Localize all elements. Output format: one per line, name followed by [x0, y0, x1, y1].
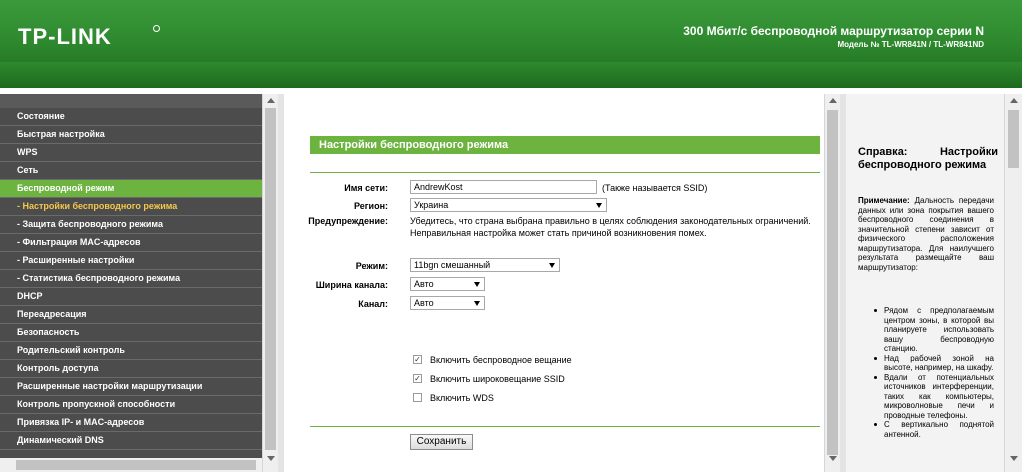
help-bullet-item: Рядом с предполагаемым центром зоны, в к…	[872, 306, 994, 354]
help-bullet-item: Над рабочей зоной на высоте, например, н…	[872, 354, 994, 373]
main-scroll-thumb[interactable]	[827, 110, 838, 455]
channel-width-label: Ширина канала:	[315, 280, 388, 290]
help-bullet-list: Рядом с предполагаемым центром зоны, в к…	[872, 306, 994, 439]
chevron-down-icon	[549, 263, 555, 268]
help-note-text: Дальность передачи данных или зона покры…	[858, 196, 994, 272]
scroll-up-arrow-icon[interactable]	[1010, 98, 1018, 103]
sidebar-item-wireless-security[interactable]: - Защита беспроводного режима	[0, 216, 262, 234]
scroll-up-arrow-icon[interactable]	[267, 98, 275, 103]
sidebar-top-spacer	[0, 94, 262, 108]
header-band	[0, 62, 1022, 88]
enable-wds-checkbox[interactable]	[413, 393, 422, 402]
sidebar-horizontal-scroll-thumb[interactable]	[16, 460, 256, 470]
main-content: Настройки беспроводного режима Имя сети:…	[284, 94, 824, 472]
sidebar-menu: Состояние Быстрая настройка WPS Сеть Бес…	[0, 94, 262, 472]
scroll-up-arrow-icon[interactable]	[829, 98, 837, 103]
help-scrollbar[interactable]	[1004, 94, 1022, 472]
ssid-label: Имя сети:	[344, 183, 388, 193]
sidebar-item-network[interactable]: Сеть	[0, 162, 262, 180]
region-select-value: Украина	[414, 200, 449, 210]
mode-label: Режим:	[355, 261, 388, 271]
help-bullet-item: Вдали от потенциальных источников интерф…	[872, 373, 994, 421]
help-panel: Справка: Настройки беспроводного режима …	[846, 94, 1004, 472]
warning-text-line1: Убедитесь, что страна выбрана правильно …	[410, 216, 811, 226]
ssid-hint: (Также называется SSID)	[602, 183, 708, 193]
enable-wireless-checkbox[interactable]: ✓	[413, 355, 422, 364]
help-note: Примечание: Дальность передачи данных ил…	[858, 196, 994, 272]
sidebar-item-mac-filtering[interactable]: - Фильтрация MAC-адресов	[0, 234, 262, 252]
mode-select[interactable]: 11bgn смешанный	[410, 258, 560, 272]
enable-wds-label: Включить WDS	[430, 393, 494, 403]
main-scrollbar[interactable]	[824, 94, 840, 472]
sidebar-item-access-control[interactable]: Контроль доступа	[0, 360, 262, 378]
sidebar-item-wireless[interactable]: Беспроводной режим	[0, 180, 262, 198]
tp-link-logo: TP-LINK	[18, 24, 112, 49]
sidebar-item-security[interactable]: Безопасность	[0, 324, 262, 342]
sidebar-scrollbar[interactable]	[262, 94, 278, 472]
sidebar-item-wireless-advanced[interactable]: - Расширенные настройки	[0, 252, 262, 270]
scroll-down-arrow-icon[interactable]	[829, 456, 837, 461]
section-title: Настройки беспроводного режима	[310, 136, 820, 154]
enable-wireless-label: Включить беспроводное вещание	[430, 355, 572, 365]
scroll-down-arrow-icon[interactable]	[267, 456, 275, 461]
sidebar-horizontal-scrollbar[interactable]	[0, 458, 262, 472]
sidebar-item-wireless-statistics[interactable]: - Статистика беспроводного режима	[0, 270, 262, 288]
help-note-label: Примечание:	[858, 196, 910, 205]
ssid-input[interactable]: AndrewKost	[410, 180, 597, 194]
sidebar-item-advanced-routing[interactable]: Расширенные настройки маршрутизации	[0, 378, 262, 396]
chevron-down-icon	[474, 301, 480, 306]
sidebar-item-quick-setup[interactable]: Быстрая настройка	[0, 126, 262, 144]
warning-text-line2: Неправильная настройка может стать причи…	[410, 228, 707, 238]
sidebar-scroll-thumb[interactable]	[265, 108, 276, 450]
section-divider-top	[310, 172, 820, 173]
channel-width-select-value: Авто	[414, 279, 434, 289]
sidebar-item-forwarding[interactable]: Переадресация	[0, 306, 262, 324]
channel-label: Канал:	[358, 299, 388, 309]
enable-ssid-broadcast-checkbox[interactable]: ✓	[413, 374, 422, 383]
chevron-down-icon	[474, 282, 480, 287]
region-label: Регион:	[354, 201, 388, 211]
chevron-down-icon	[596, 203, 602, 208]
mode-select-value: 11bgn смешанный	[414, 260, 491, 270]
save-button[interactable]: Сохранить	[410, 434, 473, 450]
enable-ssid-broadcast-label: Включить широковещание SSID	[430, 374, 565, 384]
sidebar-item-dynamic-dns[interactable]: Динамический DNS	[0, 432, 262, 450]
header-banner: TP-LINK 300 Мбит/с беспроводной маршрути…	[0, 0, 1022, 88]
sidebar-item-bandwidth-control[interactable]: Контроль пропускной способности	[0, 396, 262, 414]
sidebar-item-wps[interactable]: WPS	[0, 144, 262, 162]
sidebar-item-parental-control[interactable]: Родительский контроль	[0, 342, 262, 360]
region-select[interactable]: Украина	[410, 198, 607, 212]
registered-mark-icon	[153, 25, 160, 32]
header-title: 300 Мбит/с беспроводной маршрутизатор се…	[683, 24, 984, 38]
channel-select-value: Авто	[414, 298, 434, 308]
sidebar-item-ip-mac-binding[interactable]: Привязка IP- и MAC-адресов	[0, 414, 262, 432]
help-scroll-thumb[interactable]	[1008, 110, 1019, 168]
sidebar-item-wireless-settings[interactable]: - Настройки беспроводного режима	[0, 198, 262, 216]
channel-select[interactable]: Авто	[410, 296, 485, 310]
channel-width-select[interactable]: Авто	[410, 277, 485, 291]
warning-label: Предупреждение:	[308, 216, 388, 226]
sidebar-item-dhcp[interactable]: DHCP	[0, 288, 262, 306]
sidebar-item-status[interactable]: Состояние	[0, 108, 262, 126]
header-model: Модель № TL-WR841N / TL-WR841ND	[837, 40, 984, 49]
help-title: Справка: Настройки беспроводного режима	[858, 146, 998, 171]
help-bullet-item: С вертикально поднятой антенной.	[872, 420, 994, 439]
section-divider-bottom	[310, 426, 820, 427]
scroll-down-arrow-icon[interactable]	[1010, 456, 1018, 461]
